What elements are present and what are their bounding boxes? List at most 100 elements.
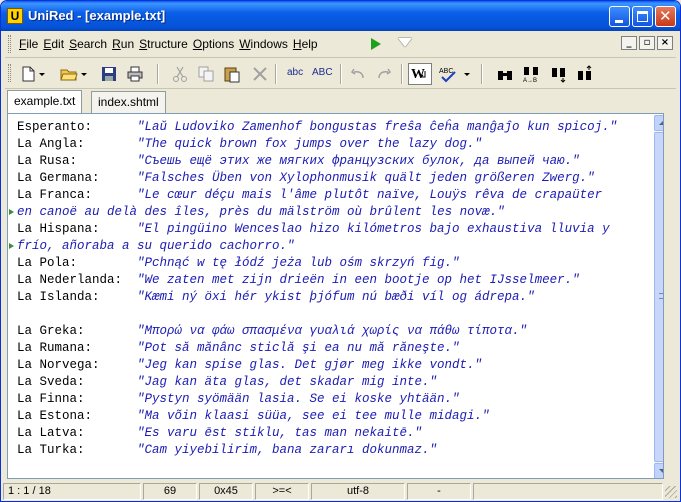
- menu-structure[interactable]: Structure: [139, 37, 188, 51]
- editor-line[interactable]: La Rumana: "Pot să mănânc sticlă şi ea nu…: [17, 340, 617, 357]
- scroll-up-button[interactable]: [654, 115, 663, 131]
- resize-grip-icon[interactable]: [665, 486, 677, 498]
- redo-button[interactable]: [375, 65, 393, 83]
- editor-line[interactable]: La Finna: "Pystyn syömään lasia. Se ei ko…: [17, 391, 617, 408]
- editor-line[interactable]: La Sveda: "Jag kan äta glas, det skadar m…: [17, 374, 617, 391]
- editor-line[interactable]: La Greka: "Μπορώ να φάω σπασμένα γυαλιά χ…: [17, 323, 617, 340]
- line-string: "Jeg kan spise glas. Det gjør meg ikke v…: [137, 358, 483, 372]
- replace-button[interactable]: A→B: [522, 65, 540, 84]
- save-button[interactable]: [100, 65, 118, 83]
- spellcheck-dropdown[interactable]: [463, 65, 471, 83]
- tab-index-shtml[interactable]: index.shtml: [91, 91, 166, 113]
- menu-accel: S: [69, 37, 78, 51]
- line-label: La Angla:: [17, 137, 85, 151]
- menu-edit[interactable]: Edit: [43, 37, 64, 51]
- spellcheck-button[interactable]: ABC: [438, 65, 460, 83]
- child-minimize-button[interactable]: _: [621, 36, 637, 50]
- menu-accel: R: [112, 37, 121, 51]
- lowercase-button[interactable]: abc: [287, 67, 303, 78]
- arrow-down-icon: [659, 469, 663, 473]
- line-label: La Germana:: [17, 171, 100, 185]
- scroll-down-button[interactable]: [654, 463, 663, 478]
- maximize-button[interactable]: [632, 6, 653, 27]
- maximize-icon: [637, 11, 648, 22]
- close-button[interactable]: ✕: [655, 6, 676, 27]
- editor-line[interactable]: La Islanda: "Kæmi ný öxi hér ykist þjófum…: [17, 289, 617, 306]
- binoculars-up-icon: [578, 65, 592, 80]
- line-string: "Pchnąć w tę łódź jeża lub ośm skrzyń fi…: [137, 256, 460, 270]
- menubar-grip[interactable]: [8, 35, 11, 53]
- editor-line[interactable]: La Turka: "Cam yiyebilirim, bana zararı d…: [17, 442, 617, 459]
- line-label: La Norvega:: [17, 358, 100, 372]
- line-string: "Jag kan äta glas, det skadar mig inte.": [137, 375, 438, 389]
- printer-icon: [127, 66, 143, 82]
- child-close-button[interactable]: ×: [657, 36, 673, 50]
- chevron-down-icon: [464, 73, 470, 76]
- undo-button[interactable]: [349, 65, 367, 83]
- undo-icon: [350, 68, 364, 79]
- app-window: U UniRed - [example.txt] ✕ File Edit Searc…: [0, 0, 681, 502]
- copy-button[interactable]: [197, 65, 215, 83]
- editor-line-continuation[interactable]: frío, añoraba a su querido cachorro.": [17, 238, 617, 255]
- spellcheck-icon: ABC: [439, 68, 456, 83]
- editor-line[interactable]: La Rusa: "Съешь ещё этих же мягких францу…: [17, 153, 617, 170]
- editor-line-continuation[interactable]: en canoë au delà des îles, près du mälst…: [17, 204, 617, 221]
- status-encoding[interactable]: utf-8: [311, 483, 405, 500]
- toolbar-separator: [340, 64, 342, 84]
- find-next-button[interactable]: [550, 65, 568, 83]
- menu-label-rest: indows: [250, 37, 288, 51]
- scroll-thumb[interactable]: [654, 132, 663, 462]
- tab-example-txt[interactable]: example.txt: [7, 90, 83, 114]
- status-position: 1 : 1 / 18: [3, 483, 141, 500]
- text-editor[interactable]: Esperanto: "Laŭ Ludoviko Zamenhof bongust…: [7, 113, 664, 479]
- editor-line[interactable]: La Pola: "Pchnąć w tę łódź jeża lub ośm s…: [17, 255, 617, 272]
- menu-file[interactable]: File: [19, 37, 38, 51]
- chevron-down-icon: [81, 73, 87, 76]
- filter-icon[interactable]: [398, 38, 412, 47]
- toolbar-grip[interactable]: [8, 64, 11, 82]
- editor-line[interactable]: La Estona: "Ma võin klaasi süüa, see ei t…: [17, 408, 617, 425]
- cut-button[interactable]: [171, 65, 189, 83]
- uppercase-button[interactable]: ABC: [312, 67, 333, 78]
- wrap-arrow-icon: [9, 243, 14, 249]
- line-label: La Turka:: [17, 443, 85, 457]
- menu-windows[interactable]: Windows: [239, 37, 288, 51]
- menu-options[interactable]: Options: [193, 37, 234, 51]
- line-label: La Greka:: [17, 324, 85, 338]
- editor-line[interactable]: La Germana: "Falsches Üben von Xylophonmu…: [17, 170, 617, 187]
- editor-line[interactable]: La Franca: "Le cœur déçu mais l'âme plutô…: [17, 187, 617, 204]
- menu-accel: H: [292, 37, 302, 51]
- open-folder-icon: [60, 69, 78, 81]
- editor-line[interactable]: La Latva: "Es varu ēst stiklu, tas man ne…: [17, 425, 617, 442]
- menu-search[interactable]: Search: [69, 37, 107, 51]
- minimize-button[interactable]: [609, 6, 630, 27]
- paste-button[interactable]: [223, 65, 241, 83]
- find-previous-button[interactable]: [576, 65, 594, 83]
- new-file-dropdown[interactable]: [38, 65, 46, 83]
- vertical-scrollbar[interactable]: [654, 115, 663, 478]
- editor-line[interactable]: Esperanto: "Laŭ Ludoviko Zamenhof bongust…: [17, 119, 617, 136]
- editor-line[interactable]: La Nederlanda: "We zaten met zijn drieën …: [17, 272, 617, 289]
- child-restore-button[interactable]: ▫: [639, 36, 655, 50]
- title-bar[interactable]: U UniRed - [example.txt] ✕: [1, 1, 680, 31]
- find-button[interactable]: [496, 65, 514, 83]
- word-wrap-button[interactable]: W: [408, 63, 432, 85]
- menu-bar: File Edit Search Run Structure Options Windows…: [5, 31, 676, 58]
- menu-run[interactable]: Run: [112, 37, 134, 51]
- editor-line[interactable]: [17, 306, 617, 323]
- print-button[interactable]: [126, 65, 144, 83]
- editor-line[interactable]: La Hispana: "El pingüino Wenceslao hizo k…: [17, 221, 617, 238]
- open-file-dropdown[interactable]: [80, 65, 88, 83]
- line-string: "Le cœur déçu mais l'âme plutôt naïve, L…: [137, 188, 603, 202]
- app-icon[interactable]: U: [7, 8, 23, 24]
- line-string: "Es varu ēst stiklu, tas man nekaitē.": [137, 426, 423, 440]
- editor-line[interactable]: La Norvega: "Jeg kan spise glas. Det gjør…: [17, 357, 617, 374]
- menu-help[interactable]: Help: [293, 37, 318, 51]
- run-icon[interactable]: [371, 38, 381, 50]
- editor-line[interactable]: La Angla: "The quick brown fox jumps over…: [17, 136, 617, 153]
- status-bar: 1 : 1 / 18 69 0x45 >=< utf-8 -: [1, 480, 680, 501]
- delete-button[interactable]: [251, 65, 269, 83]
- new-file-button[interactable]: [19, 65, 37, 83]
- open-file-button[interactable]: [60, 65, 78, 83]
- word-wrap-icon: W: [411, 67, 426, 82]
